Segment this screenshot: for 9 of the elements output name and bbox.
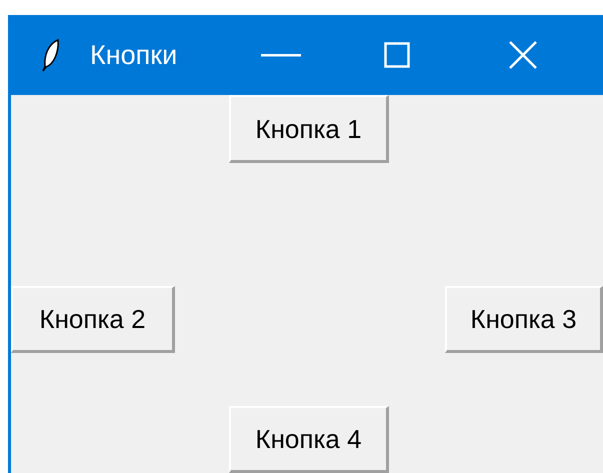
feather-icon bbox=[40, 38, 62, 72]
push-button[interactable]: Кнопка 2 bbox=[11, 286, 175, 353]
close-icon[interactable] bbox=[508, 40, 538, 70]
window-title: Кнопки bbox=[90, 38, 178, 72]
push-button[interactable]: Кнопка 1 bbox=[229, 95, 389, 163]
push-button[interactable]: Кнопка 3 bbox=[445, 286, 603, 353]
maximize-icon[interactable] bbox=[384, 42, 410, 68]
push-button[interactable]: Кнопка 4 bbox=[229, 406, 389, 473]
minimize-icon[interactable] bbox=[261, 53, 302, 57]
